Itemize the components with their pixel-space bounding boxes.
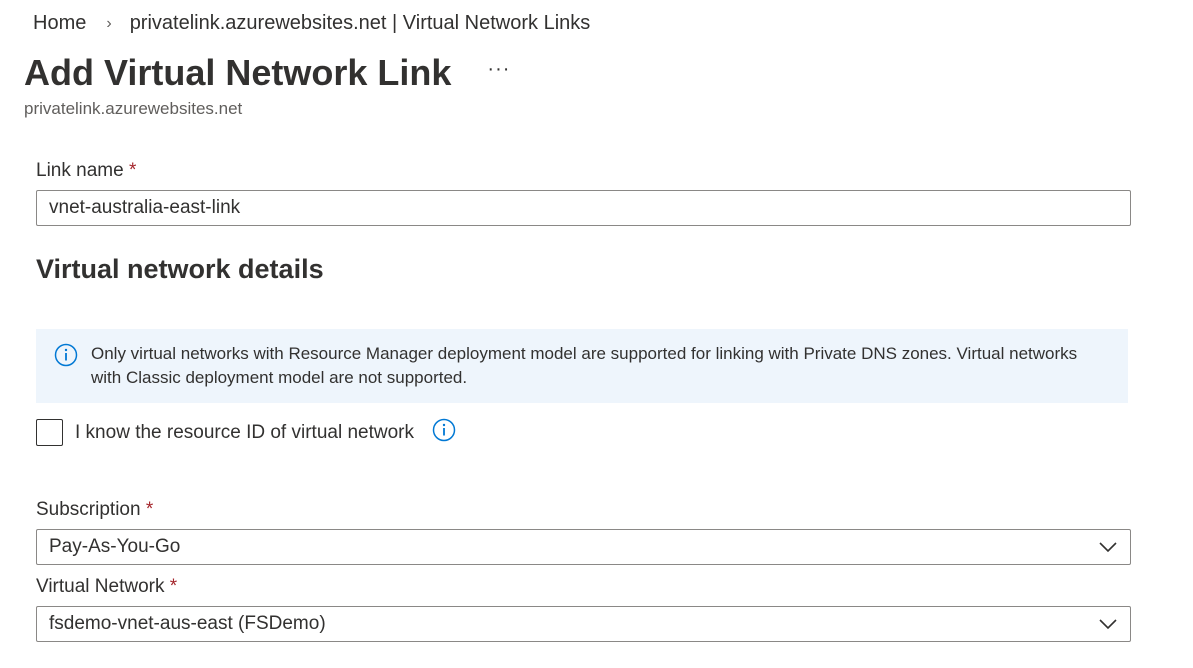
breadcrumb-home-link[interactable]: Home xyxy=(33,12,86,35)
required-marker: * xyxy=(169,576,178,597)
subscription-label-text: Subscription xyxy=(36,499,141,520)
title-row: Add Virtual Network Link ··· xyxy=(24,52,510,94)
virtual-network-selected-value: fsdemo-vnet-aus-east (FSDemo) xyxy=(49,613,326,634)
required-marker: * xyxy=(145,499,154,520)
virtual-network-dropdown[interactable]: fsdemo-vnet-aus-east (FSDemo) xyxy=(36,606,1131,642)
chevron-down-icon xyxy=(1098,540,1118,559)
chevron-down-icon xyxy=(1098,617,1118,636)
more-options-button[interactable]: ··· xyxy=(487,58,510,81)
info-banner: Only virtual networks with Resource Mana… xyxy=(36,329,1128,403)
subscription-selected-value: Pay-As-You-Go xyxy=(49,536,181,557)
info-icon xyxy=(54,343,78,374)
virtual-network-label-text: Virtual Network xyxy=(36,576,165,597)
breadcrumb-virtual-network-links-link[interactable]: privatelink.azurewebsites.net | Virtual … xyxy=(130,12,591,35)
breadcrumb: Home › privatelink.azurewebsites.net | V… xyxy=(33,12,590,35)
link-name-label: Link name * xyxy=(36,160,136,182)
resource-id-checkbox-label[interactable]: I know the resource ID of virtual networ… xyxy=(75,422,414,444)
resource-id-checkbox-row: I know the resource ID of virtual networ… xyxy=(36,418,456,447)
breadcrumb-separator-icon: › xyxy=(106,14,112,32)
link-name-label-text: Link name xyxy=(36,160,124,181)
page-title: Add Virtual Network Link xyxy=(24,52,452,93)
virtual-network-label: Virtual Network * xyxy=(36,576,177,598)
required-marker: * xyxy=(128,160,137,181)
link-name-input[interactable] xyxy=(36,190,1131,226)
info-icon[interactable] xyxy=(432,418,456,447)
info-banner-text: Only virtual networks with Resource Mana… xyxy=(91,344,1078,387)
section-title-virtual-network-details: Virtual network details xyxy=(36,254,324,284)
subscription-dropdown[interactable]: Pay-As-You-Go xyxy=(36,529,1131,565)
page-subtitle: privatelink.azurewebsites.net xyxy=(24,99,243,118)
resource-id-checkbox[interactable] xyxy=(36,419,63,446)
subscription-label: Subscription * xyxy=(36,499,153,521)
